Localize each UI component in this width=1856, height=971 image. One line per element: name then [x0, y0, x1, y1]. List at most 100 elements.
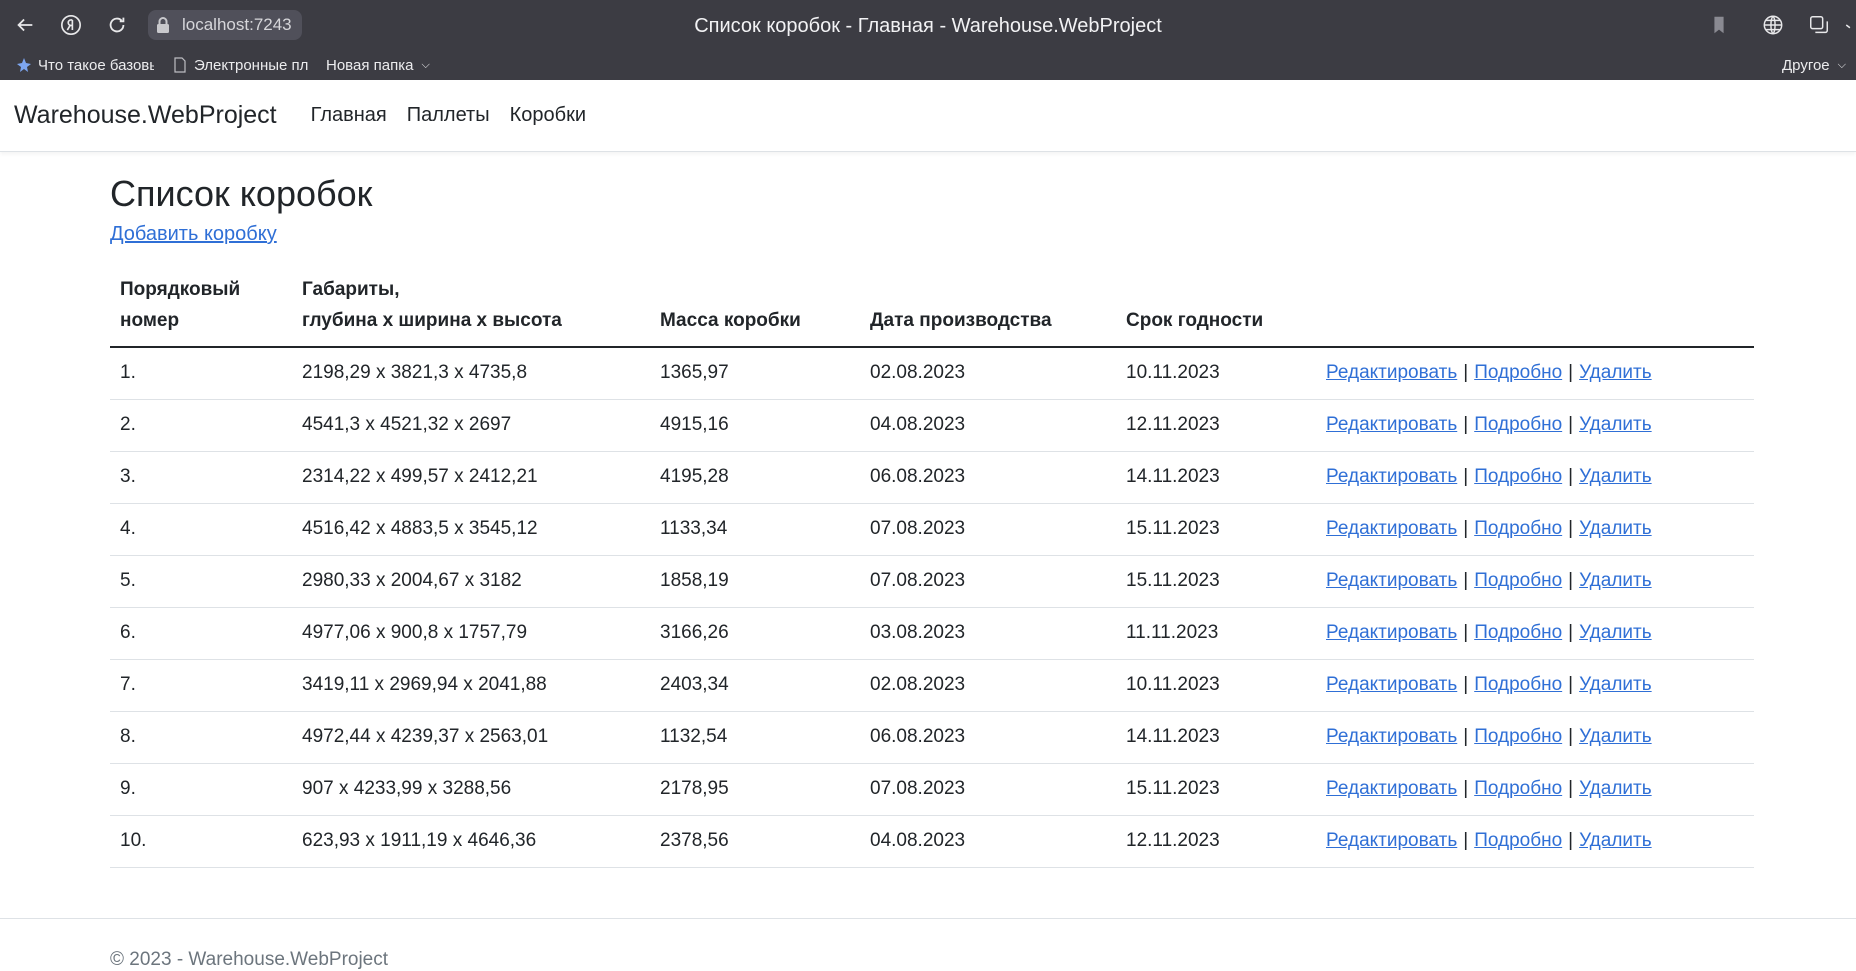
- header-mass: Масса коробки: [650, 274, 860, 349]
- details-link[interactable]: Подробно: [1474, 570, 1562, 591]
- table-row: 2. 4541,3 х 4521,32 х 2697 4915,16 04.08.20…: [110, 399, 1754, 452]
- delete-link[interactable]: Удалить: [1579, 362, 1652, 383]
- bookmark-label: Что такое базовы: [38, 56, 154, 74]
- bookmark-folder[interactable]: Новая папка ⌵: [326, 57, 430, 74]
- globe-icon[interactable]: [1756, 8, 1790, 42]
- details-link[interactable]: Подробно: [1474, 726, 1562, 747]
- details-link[interactable]: Подробно: [1474, 518, 1562, 539]
- details-link[interactable]: Подробно: [1474, 466, 1562, 487]
- edit-link[interactable]: Редактировать: [1326, 778, 1457, 799]
- action-separator: |: [1463, 362, 1469, 384]
- edit-link[interactable]: Редактировать: [1326, 414, 1457, 435]
- cell-dimensions: 4972,44 х 4239,37 х 2563,01: [292, 711, 650, 764]
- header-dimensions: Габариты, глубина х ширина х высота: [292, 274, 650, 349]
- delete-link[interactable]: Удалить: [1579, 570, 1652, 591]
- cell-number: 10.: [110, 815, 292, 868]
- cell-production-date: 04.08.2023: [860, 399, 1116, 452]
- bookmark-item[interactable]: Электронные плат: [172, 57, 308, 74]
- action-separator: |: [1463, 466, 1469, 488]
- cell-production-date: 07.08.2023: [860, 763, 1116, 816]
- url-text: localhost:7243: [182, 15, 292, 34]
- chevron-down-icon: ⌵: [1837, 58, 1846, 71]
- details-link[interactable]: Подробно: [1474, 778, 1562, 799]
- cell-number: 4.: [110, 503, 292, 556]
- action-separator: |: [1568, 778, 1574, 800]
- add-box-link[interactable]: Добавить коробку: [110, 223, 277, 245]
- cell-mass: 4915,16: [650, 399, 860, 452]
- cell-dimensions: 3419,11 х 2969,94 х 2041,88: [292, 659, 650, 712]
- action-separator: |: [1568, 518, 1574, 540]
- delete-link[interactable]: Удалить: [1579, 414, 1652, 435]
- footer: © 2023 - Warehouse.WebProject: [0, 918, 1856, 971]
- bookmark-icon[interactable]: [1702, 8, 1736, 42]
- nav-link-home[interactable]: Главная: [311, 104, 387, 127]
- overflow-icon[interactable]: [1842, 8, 1856, 42]
- table-body: 1. 2198,29 х 3821,3 х 4735,8 1365,97 02.08.…: [110, 347, 1754, 868]
- edit-link[interactable]: Редактировать: [1326, 674, 1457, 695]
- details-link[interactable]: Подробно: [1474, 674, 1562, 695]
- details-link[interactable]: Подробно: [1474, 414, 1562, 435]
- delete-link[interactable]: Удалить: [1579, 518, 1652, 539]
- tabs-icon[interactable]: [1802, 8, 1836, 42]
- edit-link[interactable]: Редактировать: [1326, 622, 1457, 643]
- brand-link[interactable]: Warehouse.WebProject: [14, 101, 277, 130]
- details-link[interactable]: Подробно: [1474, 362, 1562, 383]
- cell-number: 5.: [110, 555, 292, 608]
- cell-actions: Редактировать | Подробно | Удалить: [1316, 451, 1754, 504]
- main-content: Список коробок Добавить коробку Порядков…: [0, 172, 1856, 868]
- table-row: 6. 4977,06 х 900,8 х 1757,79 3166,26 03.08.…: [110, 607, 1754, 660]
- delete-link[interactable]: Удалить: [1579, 830, 1652, 851]
- cell-dimensions: 2198,29 х 3821,3 х 4735,8: [292, 347, 650, 400]
- edit-link[interactable]: Редактировать: [1326, 726, 1457, 747]
- cell-actions: Редактировать | Подробно | Удалить: [1316, 555, 1754, 608]
- cell-mass: 1858,19: [650, 555, 860, 608]
- chevron-down-icon: ⌵: [421, 58, 430, 71]
- cell-production-date: 04.08.2023: [860, 815, 1116, 868]
- other-bookmarks[interactable]: Другое ⌵: [1782, 50, 1846, 80]
- bookmark-item[interactable]: Что такое базовы: [16, 57, 154, 74]
- action-separator: |: [1568, 674, 1574, 696]
- details-link[interactable]: Подробно: [1474, 830, 1562, 851]
- edit-link[interactable]: Редактировать: [1326, 518, 1457, 539]
- table-row: 9. 907 х 4233,99 х 3288,56 2178,95 07.08.20…: [110, 763, 1754, 816]
- cell-mass: 1133,34: [650, 503, 860, 556]
- cell-dimensions: 4516,42 х 4883,5 х 3545,12: [292, 503, 650, 556]
- back-arrow-icon[interactable]: [8, 8, 42, 42]
- cell-number: 7.: [110, 659, 292, 712]
- cell-expiry: 14.11.2023: [1116, 451, 1316, 504]
- edit-link[interactable]: Редактировать: [1326, 830, 1457, 851]
- cell-mass: 2178,95: [650, 763, 860, 816]
- nav-link-pallets[interactable]: Паллеты: [407, 104, 490, 127]
- delete-link[interactable]: Удалить: [1579, 674, 1652, 695]
- action-separator: |: [1463, 622, 1469, 644]
- details-link[interactable]: Подробно: [1474, 622, 1562, 643]
- page-title: Список коробок: [110, 173, 373, 214]
- table-row: 10. 623,93 х 1911,19 х 4646,36 2378,56 04.0…: [110, 815, 1754, 868]
- cell-dimensions: 2314,22 х 499,57 х 2412,21: [292, 451, 650, 504]
- edit-link[interactable]: Редактировать: [1326, 362, 1457, 383]
- cell-actions: Редактировать | Подробно | Удалить: [1316, 399, 1754, 452]
- address-bar[interactable]: localhost:7243: [148, 10, 302, 40]
- cell-mass: 1365,97: [650, 347, 860, 400]
- cell-expiry: 10.11.2023: [1116, 347, 1316, 400]
- action-separator: |: [1463, 414, 1469, 436]
- bookmark-label: Электронные плат: [194, 56, 308, 74]
- reload-icon[interactable]: [100, 8, 134, 42]
- table-row: 8. 4972,44 х 4239,37 х 2563,01 1132,54 06.0…: [110, 711, 1754, 764]
- action-separator: |: [1568, 414, 1574, 436]
- header-dims-line2: глубина х ширина х высота: [302, 310, 562, 332]
- cell-dimensions: 2980,33 х 2004,67 х 3182: [292, 555, 650, 608]
- delete-link[interactable]: Удалить: [1579, 622, 1652, 643]
- delete-link[interactable]: Удалить: [1579, 466, 1652, 487]
- nav-link-boxes[interactable]: Коробки: [510, 104, 586, 127]
- delete-link[interactable]: Удалить: [1579, 726, 1652, 747]
- cell-number: 2.: [110, 399, 292, 452]
- edit-link[interactable]: Редактировать: [1326, 570, 1457, 591]
- delete-link[interactable]: Удалить: [1579, 778, 1652, 799]
- cell-expiry: 15.11.2023: [1116, 555, 1316, 608]
- cell-expiry: 12.11.2023: [1116, 399, 1316, 452]
- table-row: 7. 3419,11 х 2969,94 х 2041,88 2403,34 02.0…: [110, 659, 1754, 712]
- edit-link[interactable]: Редактировать: [1326, 466, 1457, 487]
- yandex-icon[interactable]: [54, 8, 88, 42]
- cell-actions: Редактировать | Подробно | Удалить: [1316, 763, 1754, 816]
